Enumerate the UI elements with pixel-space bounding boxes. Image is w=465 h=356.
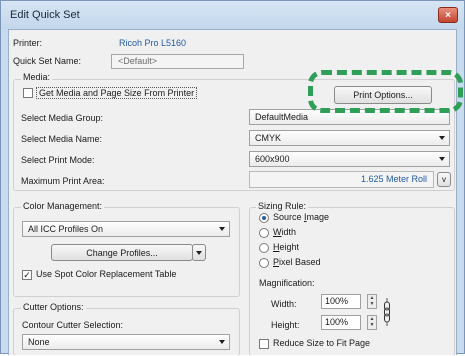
max-print-area-value: 1.625 Meter Roll (360, 174, 427, 184)
get-media-checkbox[interactable] (23, 88, 33, 98)
spot-color-checkbox[interactable]: ✓ (22, 270, 32, 280)
chevron-down-icon (439, 157, 445, 161)
chain-link-icon[interactable] (382, 298, 392, 330)
get-media-label: Get Media and Page Size From Printer (36, 87, 198, 99)
title-bar[interactable]: Edit Quick Set × (1, 1, 464, 29)
radio-source-image[interactable] (259, 213, 269, 223)
close-icon: × (445, 9, 451, 21)
media-name-select[interactable]: CMYK (249, 130, 450, 146)
max-print-area-button[interactable]: v (437, 172, 451, 187)
radio-height[interactable] (259, 243, 269, 253)
media-group-value: DefaultMedia (255, 112, 309, 122)
width-option-label: Width (273, 227, 297, 237)
change-profiles-dropdown[interactable] (192, 244, 206, 261)
contour-cutter-label: Contour Cutter Selection: (22, 320, 124, 330)
spot-color-label: Use Spot Color Replacement Table (36, 269, 177, 279)
color-management-label: Color Management: (21, 201, 105, 211)
magnification-height-label: Height: (271, 320, 300, 330)
radio-width[interactable] (259, 228, 269, 238)
radio-pixel-based[interactable] (259, 258, 269, 268)
print-mode-label: Select Print Mode: (21, 155, 95, 165)
width-stepper[interactable]: ▲ ▼ (367, 294, 377, 309)
magnification-height-input[interactable]: 100% (321, 315, 361, 330)
magnification-width-label: Width: (271, 299, 297, 309)
max-print-area-button-label: v (442, 175, 446, 184)
printer-label: Printer: (13, 38, 43, 48)
contour-cutter-select[interactable]: None (22, 334, 230, 350)
media-label: Media: (21, 72, 53, 82)
source-image-label: Source Image (273, 212, 330, 222)
max-print-area-label: Maximum Print Area: (21, 176, 105, 186)
edit-quick-set-window: Edit Quick Set × Printer: Ricoh Pro L516… (0, 0, 465, 356)
media-group-label: Select Media Group: (21, 113, 104, 123)
height-stepper[interactable]: ▲ ▼ (367, 315, 377, 330)
chevron-down-icon (219, 227, 225, 231)
printer-name: Ricoh Pro L5160 (119, 38, 187, 48)
change-profiles-button[interactable]: Change Profiles... (51, 244, 193, 261)
media-name-value: CMYK (255, 133, 282, 143)
quick-set-name-label: Quick Set Name: (13, 56, 82, 66)
reduce-size-checkbox[interactable] (259, 339, 269, 349)
magnification-width-input[interactable]: 100% (321, 294, 361, 309)
print-mode-value: 600x900 (255, 154, 290, 164)
icc-profile-select[interactable]: All ICC Profiles On (22, 221, 230, 237)
magnification-label: Magnification: (259, 278, 315, 288)
contour-cutter-value: None (28, 337, 50, 347)
max-print-area-field: 1.625 Meter Roll (249, 171, 434, 188)
close-button[interactable]: × (438, 7, 458, 23)
window-title: Edit Quick Set (10, 9, 80, 21)
reduce-size-label: Reduce Size to Fit Page (273, 338, 371, 348)
chevron-down-icon (219, 340, 225, 344)
change-profiles-label: Change Profiles... (86, 247, 158, 258)
chevron-down-icon (439, 136, 445, 140)
chevron-down-icon (196, 251, 202, 255)
pixel-based-label: Pixel Based (273, 257, 321, 267)
cutter-options-label: Cutter Options: (21, 302, 86, 312)
height-option-label: Height (273, 242, 300, 252)
sizing-rule-label: Sizing Rule: (256, 201, 309, 211)
print-mode-select[interactable]: 600x900 (249, 151, 450, 167)
media-name-label: Select Media Name: (21, 134, 103, 144)
print-options-highlight (308, 70, 463, 113)
icc-profile-value: All ICC Profiles On (28, 224, 104, 234)
quick-set-name-field[interactable]: <Default> (111, 54, 244, 69)
